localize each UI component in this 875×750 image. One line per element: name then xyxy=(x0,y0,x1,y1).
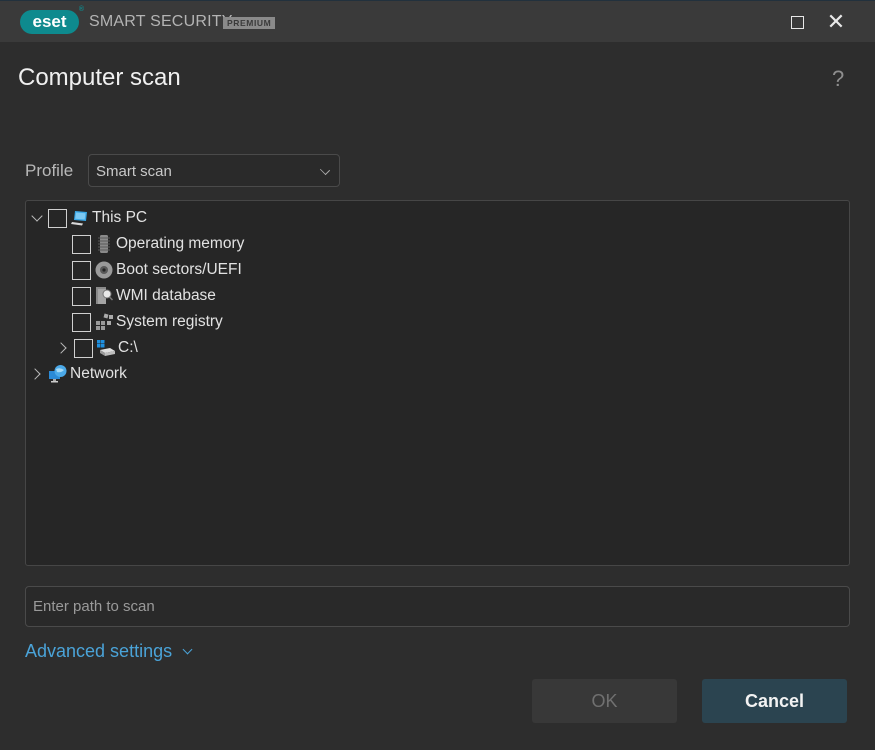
computer-icon xyxy=(70,208,90,228)
checkbox-c-drive[interactable] xyxy=(74,338,93,358)
tree-node-c-drive[interactable]: C:\ xyxy=(58,336,138,360)
tree-label: C:\ xyxy=(118,339,138,356)
chevron-down-icon xyxy=(319,164,331,176)
brand-text: eset xyxy=(32,12,67,31)
windows-drive-icon xyxy=(96,338,116,358)
expand-toggle-icon[interactable] xyxy=(58,343,68,353)
title-bar: eset ® SMART SECURITY PREMIUM ✕ xyxy=(0,0,875,42)
tree-label: Operating memory xyxy=(116,235,245,252)
checkbox-operating-memory[interactable] xyxy=(72,234,91,254)
tree-node-wmi-database[interactable]: WMI database xyxy=(72,284,216,308)
eset-logo: eset ® xyxy=(20,6,84,34)
advanced-settings-label: Advanced settings xyxy=(25,641,173,661)
page-title: Computer scan xyxy=(18,64,181,91)
tree-node-this-pc[interactable]: This PC xyxy=(32,206,147,230)
tree-node-network[interactable]: Network xyxy=(32,362,127,386)
memory-chip-icon xyxy=(94,234,114,254)
advanced-settings-link[interactable]: Advanced settings xyxy=(25,641,193,662)
checkbox-boot-sectors[interactable] xyxy=(72,260,91,280)
tree-label: System registry xyxy=(116,313,223,330)
cancel-button[interactable]: Cancel xyxy=(702,679,847,723)
network-globe-icon xyxy=(48,364,68,384)
expand-toggle-icon[interactable] xyxy=(32,369,42,379)
profile-dropdown[interactable]: Smart scan xyxy=(88,154,340,187)
close-button[interactable]: ✕ xyxy=(825,11,847,33)
ok-button[interactable]: OK xyxy=(532,679,677,723)
registry-icon xyxy=(94,312,114,332)
edition-badge: PREMIUM xyxy=(223,17,276,29)
disc-icon xyxy=(94,260,114,280)
maximize-button[interactable] xyxy=(786,11,808,33)
tree-label: Network xyxy=(70,365,127,382)
profile-label: Profile xyxy=(25,161,74,180)
tree-node-operating-memory[interactable]: Operating memory xyxy=(72,232,244,256)
chevron-down-icon xyxy=(182,644,193,655)
help-icon[interactable]: ? xyxy=(832,66,844,92)
tree-label: WMI database xyxy=(116,287,216,304)
scan-path-input[interactable] xyxy=(25,586,850,627)
close-icon: ✕ xyxy=(826,9,846,34)
wmi-database-icon xyxy=(94,286,114,306)
maximize-icon xyxy=(790,15,804,29)
tree-label: Boot sectors/UEFI xyxy=(116,261,242,278)
tree-node-system-registry[interactable]: System registry xyxy=(72,310,223,334)
checkbox-wmi-database[interactable] xyxy=(72,286,91,306)
expand-toggle-icon[interactable] xyxy=(32,213,42,223)
checkbox-system-registry[interactable] xyxy=(72,312,91,332)
tree-node-boot-sectors[interactable]: Boot sectors/UEFI xyxy=(72,258,242,282)
checkbox-this-pc[interactable] xyxy=(48,208,67,228)
product-name: SMART SECURITY xyxy=(89,13,233,30)
scan-target-tree[interactable]: This PC Operating memory Boot sectors/UE… xyxy=(25,200,850,566)
profile-selected-value: Smart scan xyxy=(96,163,172,180)
tree-label: This PC xyxy=(92,209,148,226)
